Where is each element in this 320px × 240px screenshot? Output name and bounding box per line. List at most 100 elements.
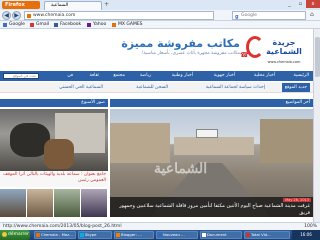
task-document[interactable]: Document <box>200 231 242 239</box>
blogger-icon <box>116 233 120 237</box>
photo-building <box>174 137 254 155</box>
browser-tab[interactable]: الشماعية <box>44 1 102 10</box>
photo-building <box>260 119 313 163</box>
side-article-image[interactable] <box>0 109 108 171</box>
new-tab-button[interactable]: + <box>104 2 112 9</box>
navigation-bar: ◀ ▶ www.chemaia.com g Google ⌂ <box>0 10 320 21</box>
folder-icon <box>158 233 162 237</box>
task-label: Nouveau ... <box>163 232 185 237</box>
scrollbar-thumb[interactable] <box>315 37 320 77</box>
menu-item-home[interactable]: الرئيسية <box>294 71 310 81</box>
menu-item-sport[interactable]: رياضة <box>140 71 151 81</box>
site-logo[interactable]: جريدة الشماعية www.chemaia.com <box>246 32 310 68</box>
bookmark-google[interactable]: Google <box>3 21 25 29</box>
logo-text: جريدة الشماعية <box>266 38 302 56</box>
web-page: مكاتب مفروشة مميزة مكاتب مفروشة مجهزة بأ… <box>0 29 313 222</box>
site-header: مكاتب مفروشة مميزة مكاتب مفروشة مجهزة بأ… <box>0 29 313 71</box>
thumbnail[interactable] <box>27 189 53 217</box>
bookmark-yahoo[interactable]: Yahoo <box>87 21 106 29</box>
photos-section-header: صور الأسبوع <box>0 99 108 107</box>
taskbar: démarrer Chemaia - Moz... Skype Blogger:… <box>0 230 320 240</box>
minimize-button[interactable]: _ <box>284 0 295 8</box>
menu-item-society[interactable]: مجتمع <box>113 71 125 81</box>
task-label: Document <box>207 232 227 237</box>
task-skype[interactable]: Skype <box>78 231 112 239</box>
ticker-label: جديد الموقع <box>281 83 310 92</box>
task-firefox[interactable]: Chemaia - Moz... <box>34 231 76 239</box>
bookmark-label: Facebook <box>60 22 82 27</box>
photo-shape <box>44 139 74 169</box>
featured-caption-box: May 26, 2013 غرقت مدينة الشماعية صباح ال… <box>110 197 313 217</box>
news-ticker: جديد الموقع إحداث سياسة لجماعة الشماعية … <box>0 82 313 93</box>
document-icon <box>202 233 206 237</box>
bookmark-mxgames[interactable]: MX GAMES <box>112 21 143 29</box>
side-caption-box: جامع بعنوان : سماعة بلدية والهيئات بالتا… <box>0 171 108 187</box>
site-search-input[interactable]: بحث في الموقع <box>3 73 39 79</box>
ad-title[interactable]: مكاتب مفروشة مميزة <box>120 37 240 50</box>
close-button[interactable]: x <box>306 0 320 8</box>
bookmarks-bar: Google Gmail Facebook Yahoo MX GAMES <box>0 21 320 29</box>
thumbnail[interactable] <box>81 189 107 217</box>
task-label: Skype <box>85 232 97 237</box>
task-explorer[interactable]: Nouveau ... <box>156 231 198 239</box>
ticker-item[interactable]: إحداث سياسة لجماعة الشماعية <box>206 83 265 92</box>
menu-item-art[interactable]: فن <box>67 71 73 81</box>
photo-thumbnails <box>0 189 108 222</box>
featured-article-image[interactable]: الشماعية May 26, 2013 غرقت مدينة الشماعي… <box>110 109 313 217</box>
status-bar: http://www.chemaia.com/2013/05/blog-post… <box>0 222 320 230</box>
forward-arrow-icon[interactable]: ▶ <box>12 11 21 20</box>
start-button[interactable]: démarrer <box>0 230 30 240</box>
menu-item-local[interactable]: أخبار محلية <box>254 71 275 81</box>
bookmark-label: Gmail <box>36 22 50 27</box>
maximize-button[interactable]: ▫ <box>295 0 306 8</box>
bookmark-gmail[interactable]: Gmail <box>30 21 49 29</box>
bookmark-label: MX GAMES <box>118 22 143 27</box>
bookmark-facebook[interactable]: Facebook <box>54 21 81 29</box>
task-label: Blogger: ... <box>121 232 142 237</box>
gmail-icon <box>30 23 34 27</box>
bookmark-label: Yahoo <box>93 22 107 27</box>
task-blogger[interactable]: Blogger: ... <box>114 231 154 239</box>
menu-item-national[interactable]: أخبار وطنية <box>172 71 193 81</box>
vertical-scrollbar[interactable] <box>313 29 320 222</box>
bookmark-label: Google <box>9 22 25 27</box>
firefox-icon <box>36 233 40 237</box>
ticker-item[interactable]: السجن للشماعية <box>136 83 168 92</box>
google-icon: g <box>235 14 239 20</box>
address-bar[interactable]: www.chemaia.com <box>24 11 214 20</box>
back-arrow-icon[interactable]: ◀ <box>2 11 11 20</box>
logo-url: www.chemaia.com <box>267 60 301 64</box>
photo-sign <box>196 129 218 138</box>
title-bar: Firefox الشماعية + _ ▫ x <box>0 0 320 10</box>
games-icon <box>112 23 116 27</box>
image-watermark: الشماعية <box>154 161 208 177</box>
featured-article-title[interactable]: غرقت مدينة الشماعية صباح اليوم الأثنين م… <box>112 203 310 216</box>
section-title: آخر المواضيع <box>285 100 310 105</box>
thumbnail[interactable] <box>0 189 26 217</box>
search-placeholder: Google <box>241 13 257 18</box>
firefox-menu-button[interactable]: Firefox <box>2 1 40 9</box>
google-icon <box>3 23 7 27</box>
url-text: www.chemaia.com <box>33 13 76 18</box>
facebook-icon <box>54 23 58 27</box>
section-title: صور الأسبوع <box>81 100 105 105</box>
site-menu: بحث في الموقع الرئيسية أخبار محلية أخبار… <box>0 71 313 81</box>
task-label: Total Vid... <box>251 232 271 237</box>
site-favicon-icon <box>27 14 31 18</box>
menu-item-culture[interactable]: ثقافة <box>90 71 99 81</box>
task-video[interactable]: Total Vid... <box>244 231 290 239</box>
yahoo-icon <box>87 23 91 27</box>
ticker-item[interactable]: الشماعية الحي الحسني <box>59 83 103 92</box>
browser-window: Firefox الشماعية + _ ▫ x ◀ ▶ www.chemaia… <box>0 0 320 230</box>
photo-building <box>110 123 170 163</box>
task-label: Chemaia - Moz... <box>41 232 73 237</box>
latest-section-header: آخر المواضيع <box>110 99 313 107</box>
side-article-title[interactable]: جامع بعنوان : سماعة بلدية والهيئات بالتا… <box>2 172 106 183</box>
thumbnail[interactable] <box>54 189 80 217</box>
home-icon[interactable]: ⌂ <box>310 11 318 20</box>
system-clock[interactable]: 16:06 <box>292 230 320 240</box>
ad-subtitle: مكاتب مفروشة مجهزة بأثاث عصري، بأسعار من… <box>141 51 240 56</box>
menu-item-regional[interactable]: أخبار جهوية <box>214 71 235 81</box>
start-label: démarrer <box>8 232 29 237</box>
browser-search-input[interactable]: g Google <box>232 11 306 20</box>
